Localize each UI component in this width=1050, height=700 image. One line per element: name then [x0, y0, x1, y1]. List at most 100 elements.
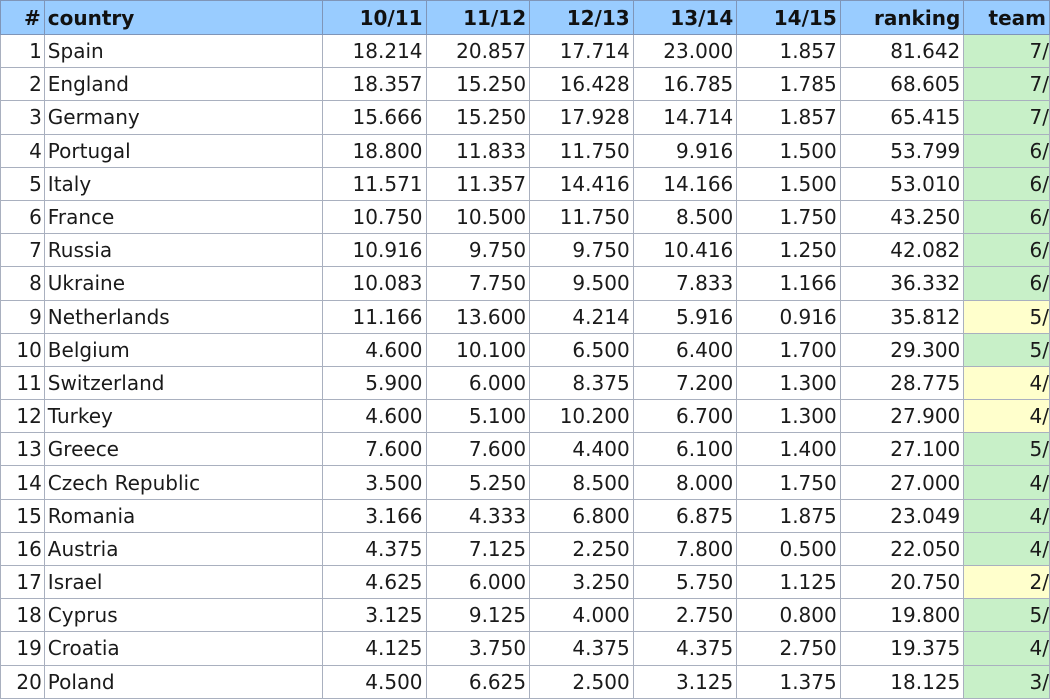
table-row[interactable]: 13 Greece 7.600 7.600 4.400 6.100 1.400 27.100 5… [0, 432, 1050, 467]
country-cell: Greece [43, 432, 323, 467]
table-row[interactable]: 16 Austria 4.375 7.125 2.250 7.800 0.500 22.050… [0, 531, 1050, 567]
column-header-teams[interactable]: team [963, 0, 1050, 35]
rank-cell: 10 [0, 332, 45, 367]
country-cell: Cyprus [43, 598, 323, 633]
season-14-15-cell: 1.857 [736, 33, 841, 69]
teams-cell: 6/ [963, 166, 1050, 201]
rank-cell: 17 [0, 564, 45, 600]
ranking-cell: 68.605 [839, 67, 965, 102]
table-row[interactable]: 11 Switzerland 5.900 6.000 8.375 7.200 1.300 28… [0, 365, 1050, 401]
season-12-13-cell: 17.928 [529, 100, 634, 135]
season-12-13-cell: 11.750 [529, 199, 634, 235]
season-11-12-cell: 7.750 [425, 266, 531, 301]
season-14-15-cell: 1.700 [736, 332, 841, 367]
table-row[interactable]: 2 England 18.357 15.250 16.428 16.785 1.785 68.… [0, 67, 1050, 102]
country-cell: Israel [43, 564, 323, 600]
table-header: # country 10/11 11/12 12/13 13/14 14/15 … [0, 0, 1050, 35]
season-13-14-cell: 6.400 [632, 332, 738, 367]
season-12-13-cell: 8.500 [529, 465, 634, 500]
country-cell: France [43, 199, 323, 235]
season-10-11-cell: 4.375 [321, 531, 427, 567]
season-11-12-cell: 11.357 [425, 166, 531, 201]
season-13-14-cell: 7.200 [632, 365, 738, 401]
table-row[interactable]: 18 Cyprus 3.125 9.125 4.000 2.750 0.800 19.800 5… [0, 598, 1050, 633]
season-11-12-cell: 6.625 [425, 664, 531, 699]
season-12-13-cell: 4.000 [529, 598, 634, 633]
table-row[interactable]: 20 Poland 4.500 6.625 2.500 3.125 1.375 18.125 3… [0, 664, 1050, 699]
ranking-cell: 43.250 [839, 199, 965, 235]
ranking-cell: 53.799 [839, 133, 965, 168]
season-10-11-cell: 3.166 [321, 498, 427, 533]
country-cell: Spain [43, 33, 323, 69]
table-row[interactable]: 9 Netherlands 11.166 13.600 4.214 5.916 0.916 3… [0, 299, 1050, 334]
season-14-15-cell: 0.916 [736, 299, 841, 334]
table-row[interactable]: 15 Romania 3.166 4.333 6.800 6.875 1.875 23.049… [0, 498, 1050, 533]
season-12-13-cell: 6.800 [529, 498, 634, 533]
teams-cell: 4/ [963, 465, 1050, 500]
season-13-14-cell: 8.000 [632, 465, 738, 500]
season-11-12-cell: 10.100 [425, 332, 531, 367]
season-10-11-cell: 4.500 [321, 664, 427, 699]
ranking-cell: 20.750 [839, 564, 965, 600]
rank-cell: 15 [0, 498, 45, 533]
season-13-14-cell: 5.750 [632, 564, 738, 600]
table-row[interactable]: 12 Turkey 4.600 5.100 10.200 6.700 1.300 27.900… [0, 399, 1050, 434]
table-row[interactable]: 7 Russia 10.916 9.750 9.750 10.416 1.250 42.082… [0, 233, 1050, 268]
column-header-country[interactable]: country [43, 0, 323, 35]
country-cell: Belgium [43, 332, 323, 367]
season-14-15-cell: 1.300 [736, 365, 841, 401]
season-14-15-cell: 1.857 [736, 100, 841, 135]
season-10-11-cell: 18.357 [321, 67, 427, 102]
column-header-season-14-15[interactable]: 14/15 [736, 0, 841, 35]
season-11-12-cell: 4.333 [425, 498, 531, 533]
teams-cell: 4/ [963, 498, 1050, 533]
season-14-15-cell: 1.785 [736, 67, 841, 102]
table-row[interactable]: 19 Croatia 4.125 3.750 4.375 4.375 2.750 19.375… [0, 631, 1050, 666]
season-10-11-cell: 10.916 [321, 233, 427, 268]
season-13-14-cell: 9.916 [632, 133, 738, 168]
teams-cell: 6/ [963, 233, 1050, 268]
table-row[interactable]: 5 Italy 11.571 11.357 14.416 14.166 1.500 53.01… [0, 166, 1050, 201]
season-13-14-cell: 7.833 [632, 266, 738, 301]
season-10-11-cell: 5.900 [321, 365, 427, 401]
country-cell: Netherlands [43, 299, 323, 334]
season-12-13-cell: 3.250 [529, 564, 634, 600]
ranking-cell: 18.125 [839, 664, 965, 699]
rank-cell: 12 [0, 399, 45, 434]
table-row[interactable]: 1 Spain 18.214 20.857 17.714 23.000 1.857 81.64… [0, 33, 1050, 69]
teams-cell: 7/ [963, 67, 1050, 102]
country-cell: Croatia [43, 631, 323, 666]
season-13-14-cell: 5.916 [632, 299, 738, 334]
table-row[interactable]: 3 Germany 15.666 15.250 17.928 14.714 1.857 65.… [0, 100, 1050, 135]
season-12-13-cell: 6.500 [529, 332, 634, 367]
season-11-12-cell: 15.250 [425, 67, 531, 102]
teams-cell: 5/ [963, 299, 1050, 334]
season-13-14-cell: 16.785 [632, 67, 738, 102]
season-14-15-cell: 1.500 [736, 133, 841, 168]
season-13-14-cell: 14.714 [632, 100, 738, 135]
season-12-13-cell: 4.214 [529, 299, 634, 334]
ranking-cell: 23.049 [839, 498, 965, 533]
column-header-season-12-13[interactable]: 12/13 [529, 0, 634, 35]
table-row[interactable]: 17 Israel 4.625 6.000 3.250 5.750 1.125 20.750 2… [0, 564, 1050, 600]
ranking-cell: 22.050 [839, 531, 965, 567]
season-14-15-cell: 1.750 [736, 199, 841, 235]
season-11-12-cell: 9.125 [425, 598, 531, 633]
season-13-14-cell: 6.875 [632, 498, 738, 533]
season-12-13-cell: 8.375 [529, 365, 634, 401]
table-row[interactable]: 4 Portugal 18.800 11.833 11.750 9.916 1.500 53.… [0, 133, 1050, 168]
ranking-cell: 65.415 [839, 100, 965, 135]
table-row[interactable]: 6 France 10.750 10.500 11.750 8.500 1.750 43.25… [0, 199, 1050, 235]
season-11-12-cell: 7.600 [425, 432, 531, 467]
table-row[interactable]: 10 Belgium 4.600 10.100 6.500 6.400 1.700 29.30… [0, 332, 1050, 367]
ranking-cell: 28.775 [839, 365, 965, 401]
column-header-season-11-12[interactable]: 11/12 [425, 0, 531, 35]
ranking-cell: 35.812 [839, 299, 965, 334]
column-header-rank[interactable]: # [0, 0, 45, 35]
table-row[interactable]: 8 Ukraine 10.083 7.750 9.500 7.833 1.166 36.332… [0, 266, 1050, 301]
table-row[interactable]: 14 Czech Republic 3.500 5.250 8.500 8.000 1.75… [0, 465, 1050, 500]
column-header-season-13-14[interactable]: 13/14 [632, 0, 738, 35]
column-header-season-10-11[interactable]: 10/11 [321, 0, 427, 35]
rank-cell: 16 [0, 531, 45, 567]
column-header-ranking[interactable]: ranking [839, 0, 965, 35]
